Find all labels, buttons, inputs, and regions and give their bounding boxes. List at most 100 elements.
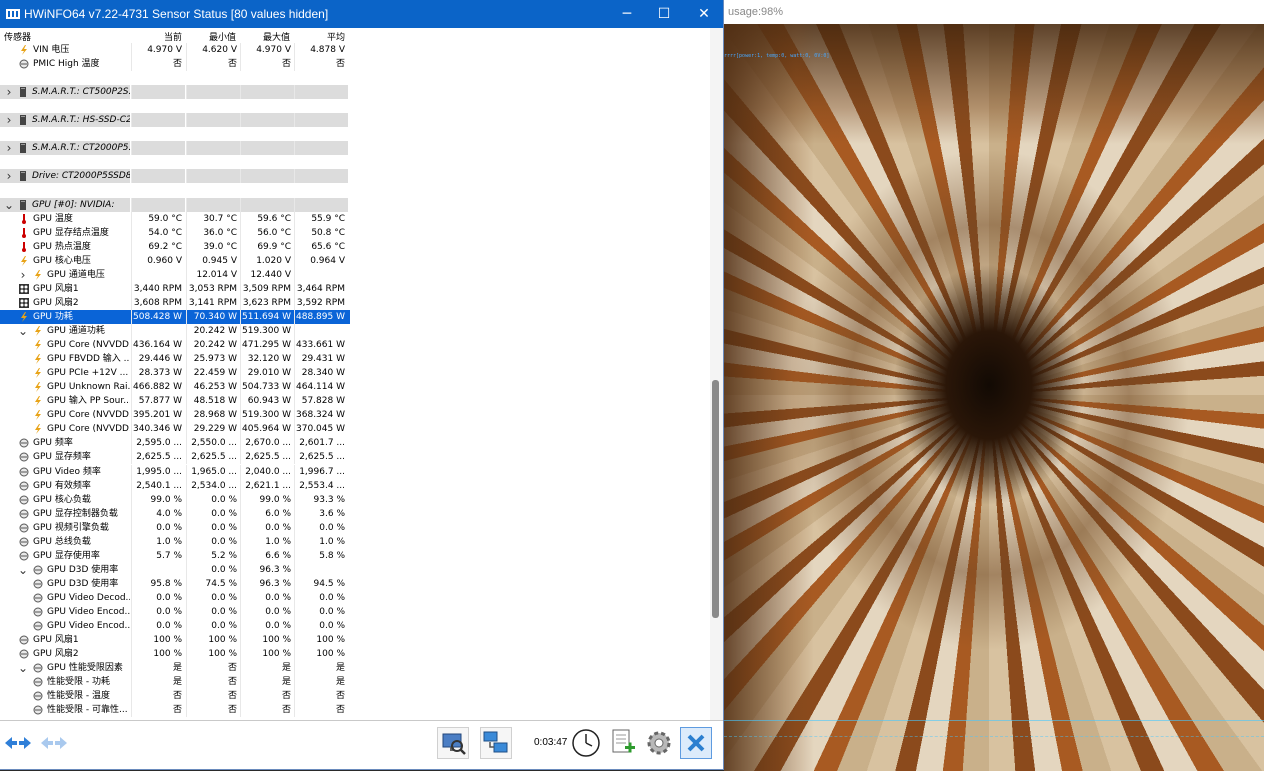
sensor-row[interactable]: GPU 风扇1 3,440 RPM 3,053 RPM 3,509 RPM 3,464 … <box>0 281 350 296</box>
sensor-group-row[interactable]: › S.M.A.R.T.: HS-SSD-C2... <box>0 113 350 128</box>
sensor-name-cell[interactable]: GPU 温度 <box>0 212 130 226</box>
sensor-table[interactable]: 传感器 当前 最小值 最大值 平均 VIN 电压 4.970 V 4.620 V 4.… <box>0 28 710 720</box>
sensor-name-cell[interactable]: › S.M.A.R.T.: CT2000P5... <box>0 141 130 156</box>
network-button[interactable] <box>480 727 512 759</box>
sensor-name-cell[interactable]: GPU Video Encod... <box>0 605 130 619</box>
sensor-name-cell[interactable]: GPU Video 频率 <box>0 465 130 479</box>
sensor-name-cell[interactable]: GPU 热点温度 <box>0 240 130 254</box>
sensor-row[interactable]: GPU 风扇2 100 % 100 % 100 % 100 % <box>0 647 350 662</box>
sensor-row[interactable]: GPU 温度 59.0 °C 30.7 °C 59.6 °C 55.9 °C <box>0 211 350 226</box>
sensor-row[interactable]: GPU Core (NVVDD... 395.201 W 28.968 W 519.3… <box>0 408 350 423</box>
sensor-row[interactable]: GPU 视频引擎负载 0.0 % 0.0 % 0.0 % 0.0 % <box>0 520 350 535</box>
sensor-name-cell[interactable]: › GPU 通道电压 <box>0 268 130 282</box>
sensor-row[interactable]: GPU Video Encod... 0.0 % 0.0 % 0.0 % 0.0 % <box>0 605 350 619</box>
sensor-group-row[interactable]: › S.M.A.R.T.: CT2000P5... <box>0 141 350 156</box>
sensor-row[interactable]: GPU Unknown Rai... 466.882 W 46.253 W 504.7… <box>0 380 350 395</box>
sensor-row[interactable]: GPU Core (NVVDD... 340.346 W 29.229 W 405.9… <box>0 422 350 437</box>
sensor-row[interactable]: GPU 风扇1 100 % 100 % 100 % 100 % <box>0 633 350 648</box>
sensor-row[interactable]: ⌄ GPU D3D 使用率 0.0 % 96.3 % <box>0 562 350 577</box>
header-sensor[interactable]: 传感器 <box>4 30 31 43</box>
sensor-name-cell[interactable]: GPU PCIe +12V ... <box>0 366 130 380</box>
sensor-group-row[interactable]: › S.M.A.R.T.: CT500P2S... <box>0 85 350 100</box>
close-button[interactable]: ✕ <box>684 0 723 28</box>
sensor-name-cell[interactable]: GPU 有效频率 <box>0 479 130 493</box>
sensor-name-cell[interactable]: GPU 核心电压 <box>0 254 130 268</box>
sensor-row[interactable]: GPU FBVDD 输入 ... 29.446 W 25.973 W 32.120 W… <box>0 352 350 367</box>
scrollbar-thumb[interactable] <box>712 380 719 618</box>
sensor-name-cell[interactable]: 性能受限 - 功耗 <box>0 675 130 689</box>
sensor-search-button[interactable] <box>437 727 469 759</box>
sensor-name-cell[interactable]: › Drive: CT2000P5SSD8 ... <box>0 169 130 184</box>
sensor-row[interactable]: 性能受限 - 可靠性... 否否否否 <box>0 703 350 718</box>
sensor-row[interactable]: GPU 核心电压 0.960 V 0.945 V 1.020 V 0.964 V <box>0 253 350 268</box>
sensor-row[interactable]: GPU Video Encod... 0.0 % 0.0 % 0.0 % 0.0 % <box>0 619 350 634</box>
header-current[interactable]: 当前 <box>164 30 182 43</box>
sensor-name-cell[interactable]: GPU D3D 使用率 <box>0 577 130 591</box>
sensor-group-row[interactable]: ⌄ GPU [#0]: NVIDIA: <box>0 197 350 212</box>
sensor-name-cell[interactable]: › S.M.A.R.T.: CT500P2S... <box>0 85 130 100</box>
sensor-name-cell[interactable]: GPU 显存使用率 <box>0 549 130 563</box>
sensor-row[interactable]: GPU Video Decod... 0.0 % 0.0 % 0.0 % 0.0 % <box>0 590 350 605</box>
expand-chevron-icon[interactable]: › <box>18 268 28 282</box>
sensor-name-cell[interactable]: ⌄ GPU [#0]: NVIDIA: <box>0 197 130 212</box>
sensor-row[interactable]: GPU 显存结点温度 54.0 °C 36.0 °C 56.0 °C 50.8 °C <box>0 225 350 240</box>
sensor-name-cell[interactable]: GPU 风扇1 <box>0 633 130 647</box>
sensor-name-cell[interactable]: GPU 频率 <box>0 436 130 450</box>
expand-chevron-icon[interactable]: › <box>4 113 14 127</box>
sensor-name-cell[interactable]: GPU 风扇1 <box>0 282 130 296</box>
sensor-name-cell[interactable]: GPU 输入 PP Sour... <box>0 394 130 408</box>
sensor-row[interactable]: GPU 输入 PP Sour... 57.877 W 48.518 W 60.943 … <box>0 394 350 409</box>
header-min[interactable]: 最小值 <box>209 30 236 43</box>
logging-button[interactable] <box>607 727 639 759</box>
sensor-name-cell[interactable]: GPU 功耗 <box>0 310 130 324</box>
collapse-chevron-icon[interactable]: ⌄ <box>18 563 28 577</box>
title-bar[interactable]: HWiNFO64 v7.22-4731 Sensor Status [80 va… <box>0 0 723 28</box>
sensor-row[interactable]: VIN 电压 4.970 V 4.620 V 4.970 V 4.878 V <box>0 43 350 57</box>
sensor-name-cell[interactable]: GPU 风扇2 <box>0 296 130 310</box>
sensor-row[interactable]: GPU Core (NVVDD... 436.164 W 20.242 W 471.2… <box>0 338 350 353</box>
settings-button[interactable] <box>643 727 675 759</box>
sensor-name-cell[interactable]: › S.M.A.R.T.: HS-SSD-C2... <box>0 113 130 128</box>
sensor-row[interactable]: GPU 显存频率 2,625.5 ... 2,625.5 ... 2,625.5 ..… <box>0 450 350 465</box>
expand-chevron-icon[interactable]: › <box>4 85 14 99</box>
clock-button[interactable] <box>570 727 602 759</box>
sensor-row[interactable]: GPU 功耗 508.428 W 70.340 W 511.694 W 488.895 … <box>0 309 350 324</box>
sensor-row[interactable]: GPU 热点温度 69.2 °C 39.0 °C 69.9 °C 65.6 °C <box>0 239 350 254</box>
header-max[interactable]: 最大值 <box>263 30 290 43</box>
sensor-row[interactable]: › GPU 通道电压 12.014 V 12.440 V <box>0 267 350 282</box>
sensor-name-cell[interactable]: GPU 显存控制器负载 <box>0 507 130 521</box>
sensor-name-cell[interactable]: GPU Unknown Rai... <box>0 380 130 394</box>
expand-chevron-icon[interactable]: › <box>4 169 14 183</box>
sensor-name-cell[interactable]: GPU Core (NVVDD... <box>0 422 130 436</box>
minimize-button[interactable]: ─ <box>607 0 647 28</box>
sensor-row[interactable]: GPU 显存使用率 5.7 % 5.2 % 6.6 % 5.8 % <box>0 548 350 563</box>
sensor-row[interactable]: 性能受限 - 温度否否否否 <box>0 689 350 704</box>
sensor-name-cell[interactable]: GPU Video Decod... <box>0 591 130 605</box>
sensor-row[interactable]: 性能受限 - 功耗是否是是 <box>0 675 350 690</box>
sensor-name-cell[interactable]: PMIC High 温度 <box>0 57 130 71</box>
maximize-button[interactable]: ☐ <box>644 0 684 28</box>
sensor-name-cell[interactable]: ⌄ GPU 性能受限因素 <box>0 661 130 675</box>
header-avg[interactable]: 平均 <box>327 30 345 43</box>
sensor-group-row[interactable]: › Drive: CT2000P5SSD8 ... <box>0 169 350 184</box>
sensor-name-cell[interactable]: ⌄ GPU 通道功耗 <box>0 324 130 338</box>
navigate-arrows-disabled-icon[interactable] <box>40 734 68 752</box>
sensor-row[interactable]: GPU Video 频率 1,995.0 ... 1,965.0 ... 2,040.… <box>0 464 350 479</box>
sensor-name-cell[interactable]: VIN 电压 <box>0 43 130 57</box>
sensor-name-cell[interactable]: GPU 风扇2 <box>0 647 130 661</box>
close-sensors-button[interactable] <box>680 727 712 759</box>
sensor-name-cell[interactable]: 性能受限 - 可靠性... <box>0 703 130 717</box>
sensor-name-cell[interactable]: GPU FBVDD 输入 ... <box>0 352 130 366</box>
sensor-name-cell[interactable]: GPU 总线负载 <box>0 535 130 549</box>
navigate-arrows-icon[interactable] <box>4 734 32 752</box>
sensor-row[interactable]: ⌄ GPU 通道功耗 20.242 W 519.300 W <box>0 324 350 338</box>
sensor-name-cell[interactable]: GPU Video Encod... <box>0 619 130 633</box>
sensor-name-cell[interactable]: GPU 显存结点温度 <box>0 226 130 240</box>
sensor-row[interactable]: GPU 显存控制器负载 4.0 % 0.0 % 6.0 % 3.6 % <box>0 506 350 521</box>
sensor-name-cell[interactable]: 性能受限 - 温度 <box>0 689 130 703</box>
collapse-chevron-icon[interactable]: ⌄ <box>18 661 28 675</box>
sensor-name-cell[interactable]: GPU 显存频率 <box>0 450 130 464</box>
expand-chevron-icon[interactable]: › <box>4 141 14 155</box>
sensor-row[interactable]: GPU 频率 2,595.0 ... 2,550.0 ... 2,670.0 ... 2… <box>0 436 350 451</box>
sensor-row[interactable]: GPU D3D 使用率 95.8 % 74.5 % 96.3 % 94.5 % <box>0 576 350 591</box>
